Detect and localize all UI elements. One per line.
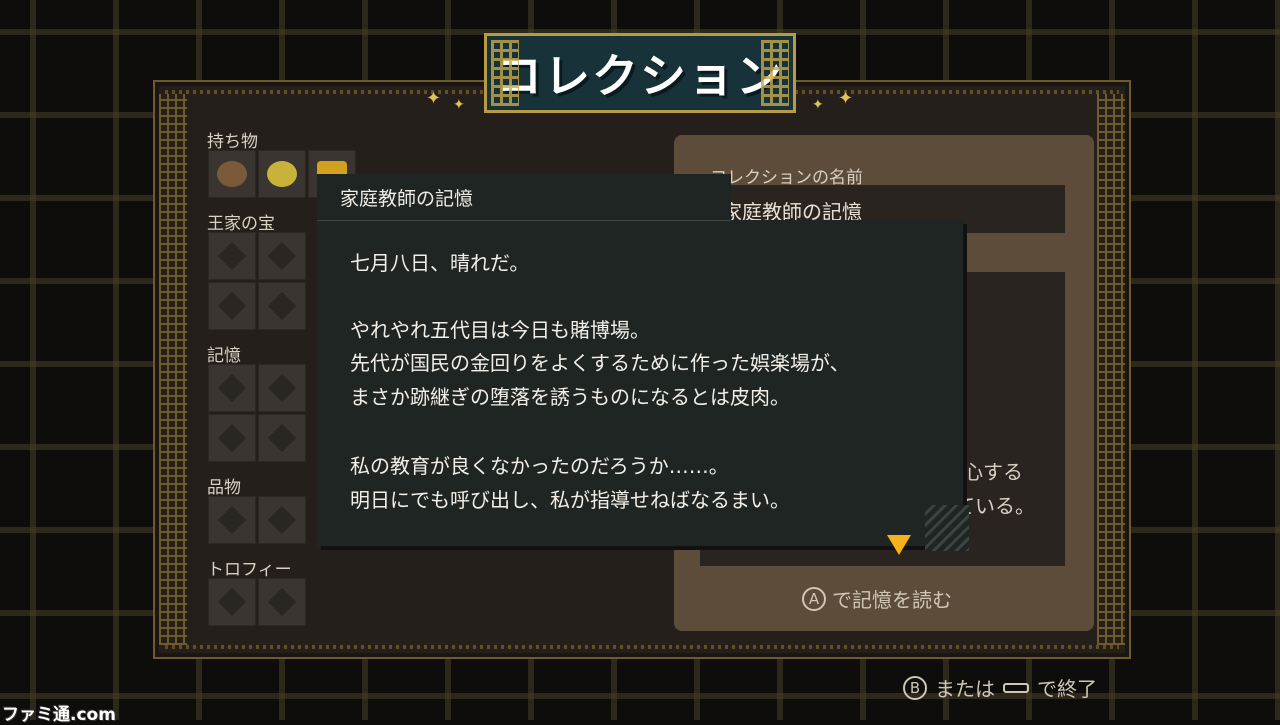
category-label-trophies: トロフィー: [207, 560, 292, 580]
ornament-bottom: [165, 645, 1119, 649]
item-slot[interactable]: [258, 282, 306, 330]
item-slot[interactable]: [258, 150, 306, 198]
item-slot[interactable]: [208, 364, 256, 412]
item-slot[interactable]: [258, 414, 306, 462]
title-plate: コレクション: [484, 33, 796, 113]
ornament-left: [159, 94, 187, 645]
memory-line: 七月八日、晴れだ。: [350, 251, 530, 275]
sparkle-icon: ✦: [453, 97, 465, 113]
memory-line: 明日にでも呼び出し、私が指導せねばなるまい。: [350, 488, 790, 512]
description-fragment: 心する: [963, 460, 1023, 484]
item-slot[interactable]: [258, 364, 306, 412]
popup-corner-decoration: [925, 505, 969, 551]
item-slot[interactable]: [208, 150, 256, 198]
item-sack-icon: [217, 161, 247, 187]
memory-line: 先代が国民の金回りをよくするために作った娯楽場が、: [350, 351, 850, 375]
exit-hint-text: で終了: [1037, 677, 1097, 701]
category-label-belongings: 持ち物: [207, 132, 258, 152]
exit-hint[interactable]: B または で終了: [903, 673, 1097, 702]
title-ornament-right: [761, 40, 789, 106]
item-slot[interactable]: [208, 496, 256, 544]
read-memory-hint[interactable]: A で記憶を読む: [802, 584, 952, 613]
item-slot[interactable]: [258, 578, 306, 626]
item-slot[interactable]: [208, 282, 256, 330]
watermark-logo: ファミ通.com: [2, 705, 116, 725]
memory-line: やれやれ五代目は今日も賭博場。: [350, 318, 650, 342]
title-ornament-left: [491, 40, 519, 106]
item-slot[interactable]: [208, 414, 256, 462]
item-pouch-icon: [267, 161, 297, 187]
b-button-icon: B: [903, 675, 927, 700]
item-slot[interactable]: [208, 578, 256, 626]
page-title: コレクション: [496, 49, 784, 103]
sparkle-icon: ✦: [426, 88, 442, 109]
memory-popup-title: 家庭教師の記憶: [340, 188, 474, 210]
item-slot[interactable]: [258, 496, 306, 544]
item-slot[interactable]: [258, 232, 306, 280]
exit-hint-or: または: [935, 677, 995, 701]
a-button-icon: A: [802, 586, 826, 611]
memory-line: まさか跡継ぎの堕落を誘うものになるとは皮肉。: [350, 385, 790, 409]
category-label-royal-treasure: 王家の宝: [207, 214, 275, 234]
down-arrow-icon[interactable]: [887, 535, 911, 555]
minus-button-icon: [1003, 682, 1029, 693]
ornament-right: [1097, 94, 1125, 645]
item-slot[interactable]: [208, 232, 256, 280]
memory-line: 私の教育が良くなかったのだろうか……。: [350, 454, 729, 478]
sparkle-icon: ✦: [812, 97, 824, 113]
sparkle-icon: ✦: [838, 88, 854, 109]
category-label-memories: 記憶: [207, 346, 241, 366]
category-label-goods: 品物: [207, 478, 241, 498]
read-memory-text: で記憶を読む: [832, 588, 952, 612]
